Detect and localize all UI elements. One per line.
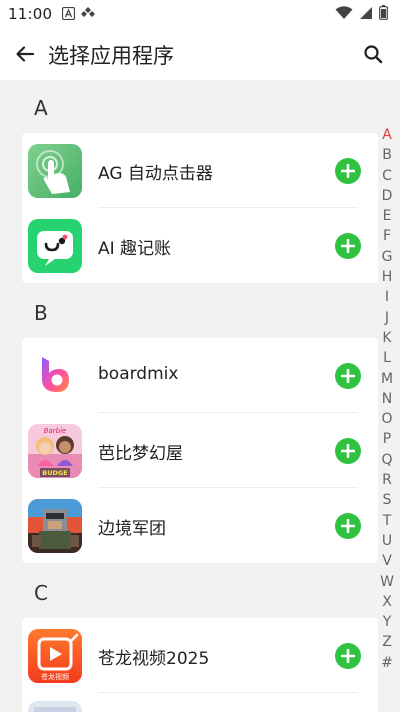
index-letter-q[interactable]: Q <box>380 450 394 470</box>
canglong-video-icon: 苍龙视频 <box>28 629 82 683</box>
app-name: 边境军团 <box>98 519 166 539</box>
status-notification-icons <box>62 5 96 24</box>
index-letter-p[interactable]: P <box>380 429 394 449</box>
index-letter-f[interactable]: F <box>380 226 394 246</box>
add-button[interactable] <box>335 513 361 539</box>
index-letter-g[interactable]: G <box>380 247 394 267</box>
back-button[interactable] <box>12 41 38 67</box>
section-header-a: A <box>34 96 48 120</box>
add-button[interactable] <box>335 438 361 464</box>
section-card-c: 苍龙视频 苍龙视频2025 <box>22 618 378 712</box>
index-letter-t[interactable]: T <box>380 511 394 531</box>
font-a-icon <box>62 5 76 24</box>
arrow-left-icon <box>16 46 35 62</box>
search-button[interactable] <box>360 41 386 67</box>
index-letter-y[interactable]: Y <box>380 612 394 632</box>
index-letter-z[interactable]: Z <box>380 632 394 652</box>
index-letter-x[interactable]: X <box>380 592 394 612</box>
app-row-ag-auto-clicker[interactable]: AG 自动点击器 <box>22 133 378 208</box>
status-bar: 11:00 <box>0 0 400 28</box>
wifi-icon <box>335 5 353 24</box>
index-letter-i[interactable]: I <box>380 287 394 307</box>
section-card-a: AG 自动点击器 AI 趣记账 <box>22 133 378 283</box>
app-row-canglong-video[interactable]: 苍龙视频 苍龙视频2025 <box>22 618 378 693</box>
partial-app-icon <box>28 701 82 712</box>
index-letter-s[interactable]: S <box>380 490 394 510</box>
index-letter-h[interactable]: H <box>380 267 394 287</box>
status-time: 11:00 <box>8 5 53 23</box>
index-letter-w[interactable]: W <box>380 572 394 592</box>
plus-icon <box>341 649 355 663</box>
app-row-border-legion[interactable]: 边境军团 <box>22 488 378 563</box>
app-row-barbie-dreamhouse[interactable]: Barbie BUDGE 芭比梦幻屋 <box>22 413 378 488</box>
add-button[interactable] <box>335 233 361 259</box>
index-letter-d[interactable]: D <box>380 186 394 206</box>
plus-icon <box>341 444 355 458</box>
page-title: 选择应用程序 <box>48 44 174 68</box>
canglong-logo-text: 苍龙视频 <box>41 672 69 681</box>
index-letter-l[interactable]: L <box>380 348 394 368</box>
add-button[interactable] <box>335 158 361 184</box>
barbie-dreamhouse-icon: Barbie BUDGE <box>28 424 82 478</box>
ag-auto-clicker-icon <box>28 144 82 198</box>
app-bar: 选择应用程序 <box>0 28 400 80</box>
section-header-b: B <box>34 301 48 325</box>
index-letter-k[interactable]: K <box>380 328 394 348</box>
index-letter-r[interactable]: R <box>380 470 394 490</box>
index-letter-a[interactable]: A <box>380 125 394 145</box>
budge-logo-text: BUDGE <box>42 469 67 477</box>
app-name: boardmix <box>98 364 179 384</box>
app-name: 芭比梦幻屋 <box>98 444 183 464</box>
search-icon <box>364 45 383 64</box>
border-legion-icon <box>28 499 82 553</box>
index-letter-u[interactable]: U <box>380 531 394 551</box>
boardmix-icon <box>28 349 82 403</box>
section-header-c: C <box>34 581 48 605</box>
index-letter-e[interactable]: E <box>380 206 394 226</box>
app-row-partial[interactable] <box>22 693 378 712</box>
app-list[interactable]: A AG 自动点击器 AI 趣记账 B boardmix Barbie BUDG… <box>0 80 400 712</box>
app-name: 苍龙视频2025 <box>98 649 210 669</box>
ai-bookkeeping-icon <box>28 219 82 273</box>
app-row-boardmix[interactable]: boardmix <box>22 338 378 413</box>
app-row-ai-bookkeeping[interactable]: AI 趣记账 <box>22 208 378 283</box>
add-button[interactable] <box>335 643 361 669</box>
index-letter-b[interactable]: B <box>380 145 394 165</box>
alphabet-index-bar[interactable]: A B C D E F G H I J K L M N O P Q R S T U V W X Y Z # <box>380 125 394 673</box>
index-letter-hash[interactable]: # <box>380 653 394 673</box>
app-name: AI 趣记账 <box>98 239 172 259</box>
plus-icon <box>341 164 355 178</box>
plus-icon <box>341 239 355 253</box>
app-name: AG 自动点击器 <box>98 164 213 184</box>
index-letter-n[interactable]: N <box>380 389 394 409</box>
status-system-icons <box>335 4 388 24</box>
index-letter-j[interactable]: J <box>380 308 394 328</box>
plus-icon <box>341 369 355 383</box>
index-letter-c[interactable]: C <box>380 166 394 186</box>
index-letter-m[interactable]: M <box>380 369 394 389</box>
battery-icon <box>379 4 388 24</box>
diamond-app-icon <box>81 5 96 24</box>
index-letter-o[interactable]: O <box>380 409 394 429</box>
section-card-b: boardmix Barbie BUDGE 芭比梦幻屋 边境军团 <box>22 338 378 563</box>
add-button[interactable] <box>335 363 361 389</box>
barbie-logo-text: Barbie <box>44 427 67 435</box>
index-letter-v[interactable]: V <box>380 551 394 571</box>
cell-signal-icon <box>359 5 373 24</box>
plus-icon <box>341 519 355 533</box>
